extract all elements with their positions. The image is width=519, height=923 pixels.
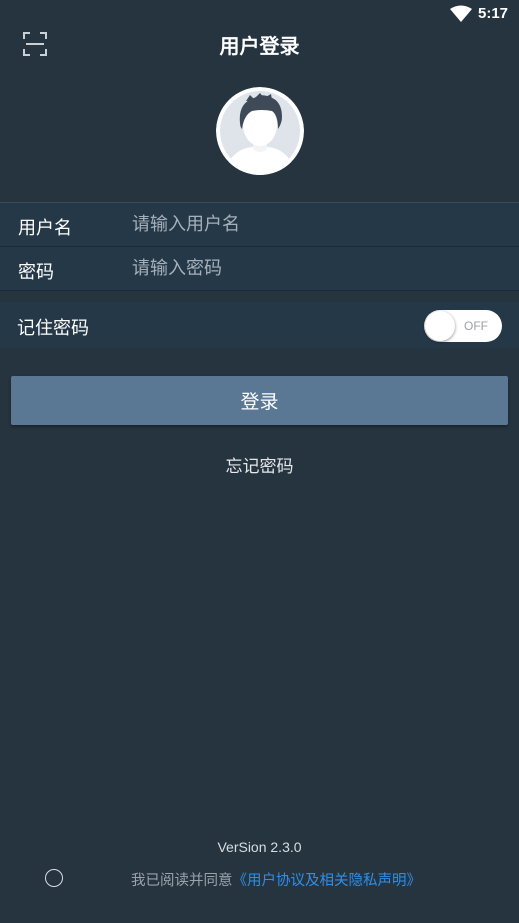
version-text: VerSion 2.3.0 [217,839,302,855]
remember-password-label: 记住密码 [17,318,89,339]
username-row: 用户名 [0,203,519,247]
user-avatar-icon [216,87,304,175]
login-button[interactable]: 登录 [11,376,508,425]
password-label: 密码 [18,262,54,283]
password-input[interactable] [130,253,504,283]
remember-password-toggle[interactable]: OFF [424,310,502,342]
page-title: 用户登录 [219,34,300,58]
status-bar: 5:17 [0,0,519,28]
agreement-radio[interactable] [45,869,63,887]
forgot-password-link[interactable]: 忘记密码 [0,452,519,477]
app-header: 用户登录 [0,28,519,60]
password-row: 密码 [0,247,519,291]
toggle-knob [425,311,455,341]
login-form: 用户名 密码 [0,202,519,291]
remember-password-row: 记住密码 OFF [0,302,519,348]
toggle-state-text: OFF [464,319,488,333]
status-time: 5:17 [478,5,509,22]
agreement-text: 我已阅读并同意《用户协议及相关隐私声明》 [131,869,421,890]
username-input[interactable] [130,209,504,239]
wifi-icon [450,5,472,22]
agreement-link[interactable]: 《用户协议及相关隐私声明》 [233,873,422,889]
avatar [216,87,304,175]
agreement-prefix: 我已阅读并同意 [131,873,233,889]
username-label: 用户名 [18,218,72,239]
